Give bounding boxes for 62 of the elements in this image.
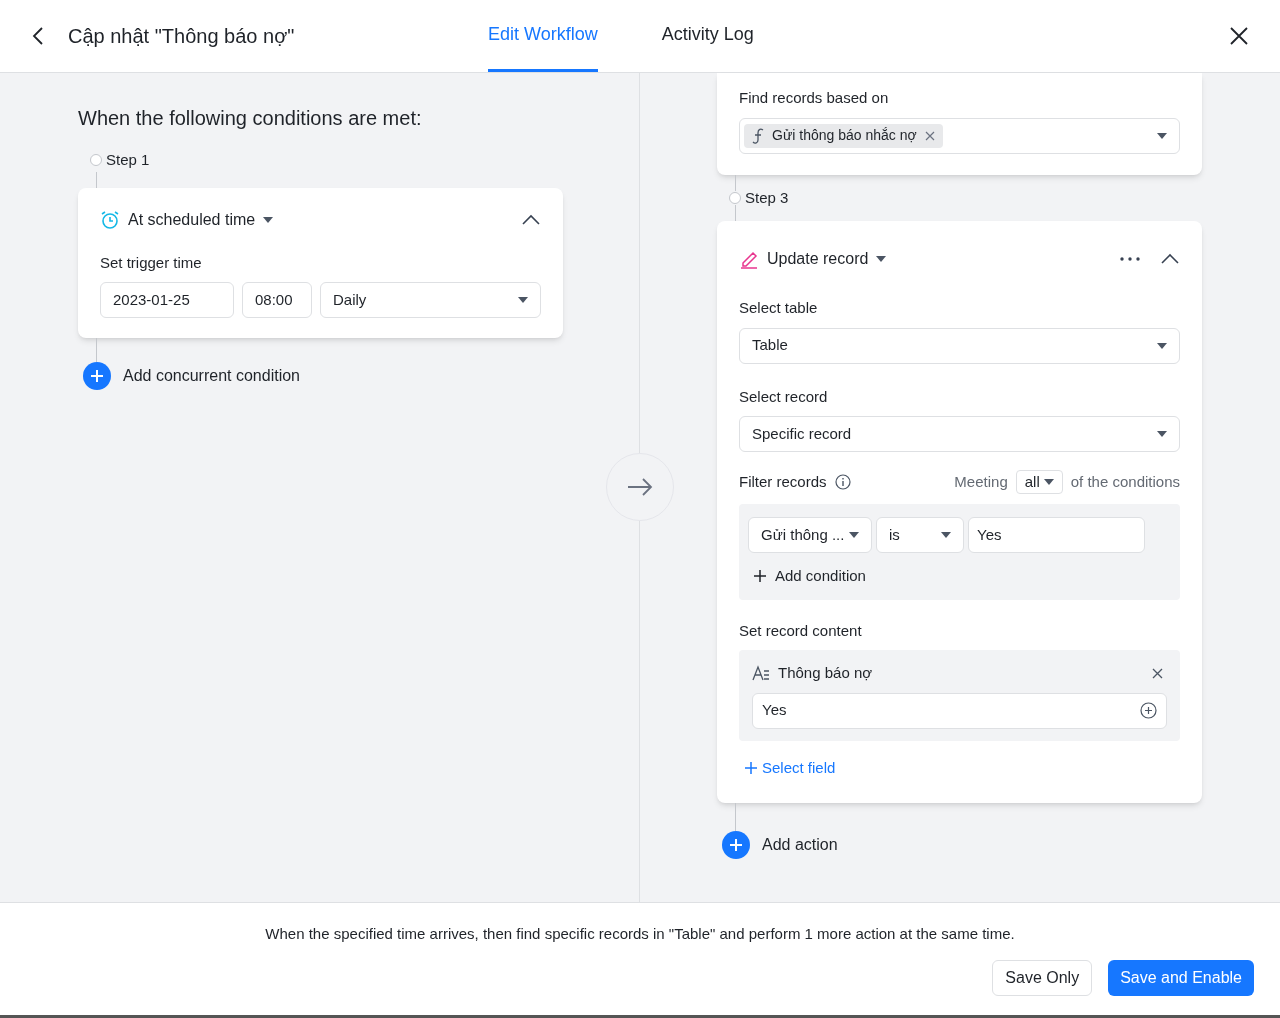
find-records-select[interactable]: Gửi thông báo nhắc nợ	[739, 117, 1180, 154]
tab[interactable]: Activity Log	[661, 0, 754, 72]
field-label: Set record content	[739, 620, 863, 641]
step-label: Step 3	[745, 187, 789, 208]
field-name: Thông báo nợ	[778, 663, 873, 683]
operator-select[interactable]: is	[876, 517, 964, 553]
field-label: Select record	[739, 386, 829, 407]
field-chip: Gửi thông báo nhắc nợ	[744, 123, 943, 148]
alarm-clock-icon	[100, 209, 120, 230]
save-button[interactable]: Save Only	[992, 959, 1093, 996]
value-field[interactable]: Yes	[968, 517, 1145, 553]
section-heading: When the following conditions are met:	[78, 106, 423, 131]
field-label: Filter records	[739, 471, 827, 492]
remove-icon[interactable]	[924, 130, 935, 141]
summary-text: When the specified time arrives, then find specific records in "Table" and perform 1 more action at the same time.	[264, 924, 1016, 944]
caret-icon	[263, 216, 274, 223]
frequency-select[interactable]: Daily	[320, 282, 541, 318]
caret-icon	[1157, 431, 1167, 437]
action-type[interactable]: Update record	[767, 247, 869, 271]
text-field-icon	[752, 665, 770, 682]
close-icon[interactable]	[1152, 667, 1163, 679]
field-label: Find records based on	[739, 88, 890, 108]
tab[interactable]: Edit Workflow	[488, 0, 598, 72]
add-condition-link[interactable]: Add concurrent condition	[123, 364, 300, 388]
add-icon	[722, 831, 750, 859]
conditions-label: of the conditions	[1070, 471, 1180, 492]
close-icon[interactable]	[1230, 27, 1248, 45]
caret-icon	[876, 256, 887, 262]
caret-icon	[1157, 132, 1167, 139]
back-icon[interactable]	[32, 26, 44, 46]
caret-icon	[849, 532, 859, 538]
info-icon	[834, 474, 851, 490]
add-action-link[interactable]: Add action	[762, 833, 838, 857]
more-icon[interactable]	[1120, 257, 1140, 261]
field-select[interactable]: Gửi thông ...	[748, 517, 872, 553]
plus-icon	[753, 569, 767, 584]
field-label: Select table	[739, 298, 819, 318]
date-field[interactable]: 2023-01-25	[100, 282, 234, 318]
plus-icon	[744, 760, 758, 775]
caret-icon	[1157, 342, 1167, 349]
table-select[interactable]: Table	[739, 327, 1180, 364]
caret-icon	[518, 297, 528, 303]
collapse-icon[interactable]	[1160, 253, 1180, 265]
trigger-type[interactable]: At scheduled time	[128, 207, 256, 232]
record-select[interactable]: Specific record	[739, 416, 1180, 452]
field-label: Set trigger time	[100, 252, 203, 273]
window-title: Cập nhật "Thông báo nợ"	[68, 24, 296, 49]
match-mode-select[interactable]: all	[1015, 470, 1063, 494]
step-label: Step 1	[106, 150, 150, 170]
pencil-icon	[739, 249, 759, 269]
collapse-icon[interactable]	[521, 213, 541, 226]
value-field[interactable]: Yes	[752, 692, 1167, 729]
add-icon	[83, 362, 111, 390]
time-field[interactable]: 08:00	[242, 282, 312, 318]
caret-icon	[1043, 479, 1054, 485]
select-field-link[interactable]: Select field	[762, 756, 836, 779]
caret-icon	[941, 532, 951, 538]
add-condition-link[interactable]: Add condition	[775, 565, 866, 588]
add-circle-icon[interactable]	[1140, 702, 1157, 719]
formula-icon	[752, 127, 764, 144]
save-and-enable-button[interactable]: Save and Enable	[1108, 959, 1254, 996]
meeting-label: Meeting	[954, 471, 1008, 492]
